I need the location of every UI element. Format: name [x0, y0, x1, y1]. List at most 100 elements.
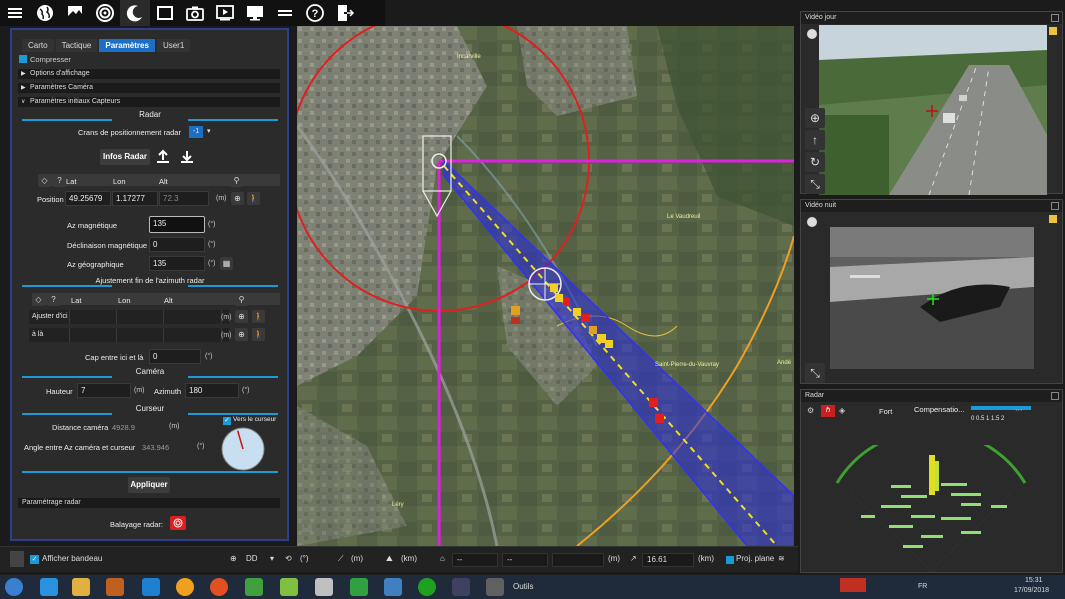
close-icon[interactable] — [1051, 392, 1059, 400]
section-sensor-params[interactable]: ∨ Paramètres initiaux Capteurs — [18, 97, 280, 107]
help-icon[interactable]: ? — [53, 174, 66, 187]
start-icon[interactable] — [5, 578, 23, 596]
radar-sweep-icon[interactable] — [170, 516, 186, 530]
cap-input[interactable]: 0 — [149, 349, 201, 364]
param-radar-row[interactable]: Paramétrage radar — [18, 498, 280, 508]
tab-tactique[interactable]: Tactique — [55, 39, 98, 52]
radar-sweep-icon[interactable]: ℏ — [821, 405, 835, 417]
crans-value[interactable]: -1 — [189, 126, 203, 138]
moon-icon[interactable] — [120, 0, 150, 26]
tab-parametres[interactable]: Paramètres — [99, 39, 155, 52]
location-pin-icon[interactable]: ⚲ — [235, 293, 248, 306]
monitor-icon[interactable] — [240, 0, 270, 26]
adjust-from-lon[interactable] — [117, 310, 164, 324]
compress-checkbox[interactable] — [19, 55, 27, 63]
radar-ppi[interactable] — [831, 445, 1031, 571]
upload-icon[interactable] — [155, 149, 171, 165]
adjust-to-lat[interactable] — [70, 328, 117, 342]
vers-curseur-checkbox[interactable]: ✓ — [223, 417, 231, 425]
app-icon[interactable] — [142, 578, 160, 596]
tab-carto[interactable]: Carto — [22, 39, 54, 52]
infos-radar-button[interactable]: Infos Radar — [100, 149, 150, 165]
az-mag-input[interactable]: 135 — [149, 216, 205, 233]
menu-icon[interactable] — [0, 0, 30, 26]
globe-icon[interactable]: ⊕ — [230, 554, 237, 563]
more-icon[interactable]: ··· — [1015, 405, 1023, 414]
walk-icon[interactable]: 🚶 — [247, 192, 260, 205]
lock-icon[interactable] — [1049, 27, 1057, 35]
spreadsheet-icon[interactable] — [350, 578, 368, 596]
help-icon[interactable]: ? — [300, 0, 330, 26]
map-view[interactable]: Le Vaudreuil Saint-Pierre-du-Vauvray And… — [297, 26, 794, 546]
decl-input[interactable]: 0 — [149, 237, 205, 252]
walk-icon[interactable]: 🚶 — [252, 328, 265, 341]
camera-icon[interactable] — [180, 0, 210, 26]
expand-icon[interactable]: ⤡ — [805, 174, 825, 194]
position-alt[interactable]: 72.3 — [159, 191, 209, 206]
radar-mode[interactable]: Fort — [879, 407, 892, 416]
walk-icon[interactable]: 🚶 — [252, 310, 265, 323]
location-pin-icon[interactable]: ⚲ — [230, 174, 243, 187]
ruler-icon[interactable]: ⟋ — [338, 554, 344, 564]
gear-icon[interactable]: ⚙ — [807, 406, 817, 416]
camera-options-icon[interactable] — [807, 217, 817, 227]
language-indicator[interactable]: FR — [918, 583, 927, 590]
wifi-icon[interactable]: ≋ — [778, 554, 785, 563]
crosshair-icon[interactable]: ⊕ — [231, 192, 244, 205]
menu-icon[interactable] — [270, 0, 300, 26]
crosshair-icon[interactable]: ⊕ — [235, 328, 248, 341]
proj-plane-checkbox[interactable] — [726, 556, 734, 564]
camera-options-icon[interactable] — [807, 29, 817, 39]
keyboard-icon[interactable] — [486, 578, 504, 596]
download-icon[interactable] — [179, 149, 195, 165]
chevron-down-icon[interactable]: ▾ — [207, 127, 211, 135]
diamond-icon[interactable]: ◇ — [38, 174, 51, 187]
document-icon[interactable] — [315, 578, 333, 596]
play-icon[interactable] — [210, 0, 240, 26]
adjust-to-alt[interactable] — [164, 328, 222, 342]
calculator-icon[interactable]: ▦ — [220, 257, 233, 270]
app-icon[interactable] — [840, 578, 866, 592]
arrow-up-icon[interactable]: ↑ — [805, 130, 825, 150]
compass-icon[interactable]: ⟲ — [285, 554, 292, 563]
terrain-icon[interactable] — [60, 0, 90, 26]
app-icon[interactable] — [245, 578, 263, 596]
section-camera-params[interactable]: ▶ Paramètres Caméra — [18, 83, 280, 93]
media-icon[interactable] — [106, 578, 124, 596]
map-canvas[interactable]: Le Vaudreuil Saint-Pierre-du-Vauvray And… — [297, 26, 794, 546]
banner-icon[interactable] — [10, 551, 24, 567]
folder-icon[interactable] — [72, 578, 90, 596]
position-lon[interactable]: 1.17277 — [112, 191, 158, 206]
video-night-feed[interactable] — [830, 227, 1034, 369]
firefox-icon[interactable] — [210, 578, 228, 596]
exit-icon[interactable] — [330, 0, 360, 26]
adjust-to-lon[interactable] — [117, 328, 164, 342]
app-icon[interactable] — [418, 578, 436, 596]
globe-icon[interactable] — [30, 0, 60, 26]
layers-icon[interactable]: ◈ — [839, 406, 845, 415]
section-display-options[interactable]: ▶ Options d'affichage — [18, 69, 280, 79]
adjust-from-alt[interactable] — [164, 310, 222, 324]
diamond-icon[interactable]: ◇ — [32, 293, 45, 306]
mouse-icon[interactable]: ⌂ — [440, 554, 445, 563]
outils-label[interactable]: Outils — [513, 582, 533, 591]
apply-button[interactable]: Appliquer — [128, 477, 170, 493]
crosshair-icon[interactable]: ⊕ — [805, 108, 825, 128]
video-day-feed[interactable] — [819, 25, 1047, 195]
az-geo-input[interactable]: 135 — [149, 256, 205, 271]
browser-icon[interactable] — [40, 578, 58, 596]
expand-icon[interactable]: ⤡ — [805, 363, 825, 383]
hauteur-input[interactable]: 7 — [77, 383, 131, 398]
map-frame-icon[interactable] — [150, 0, 180, 26]
chevron-down-icon[interactable]: ▾ — [270, 554, 274, 563]
refresh-icon[interactable]: ↻ — [805, 152, 825, 172]
adjust-from-lat[interactable] — [70, 310, 117, 324]
azimuth-input[interactable]: 180 — [185, 383, 239, 398]
crosshair-icon[interactable]: ⊕ — [235, 310, 248, 323]
distance-icon[interactable]: ↗ — [630, 554, 637, 563]
app-icon[interactable] — [452, 578, 470, 596]
terrain-icon[interactable]: ⛰ — [386, 554, 393, 564]
lock-icon[interactable] — [1049, 215, 1057, 223]
radar-icon[interactable] — [90, 0, 120, 26]
tab-user1[interactable]: User1 — [156, 39, 191, 52]
